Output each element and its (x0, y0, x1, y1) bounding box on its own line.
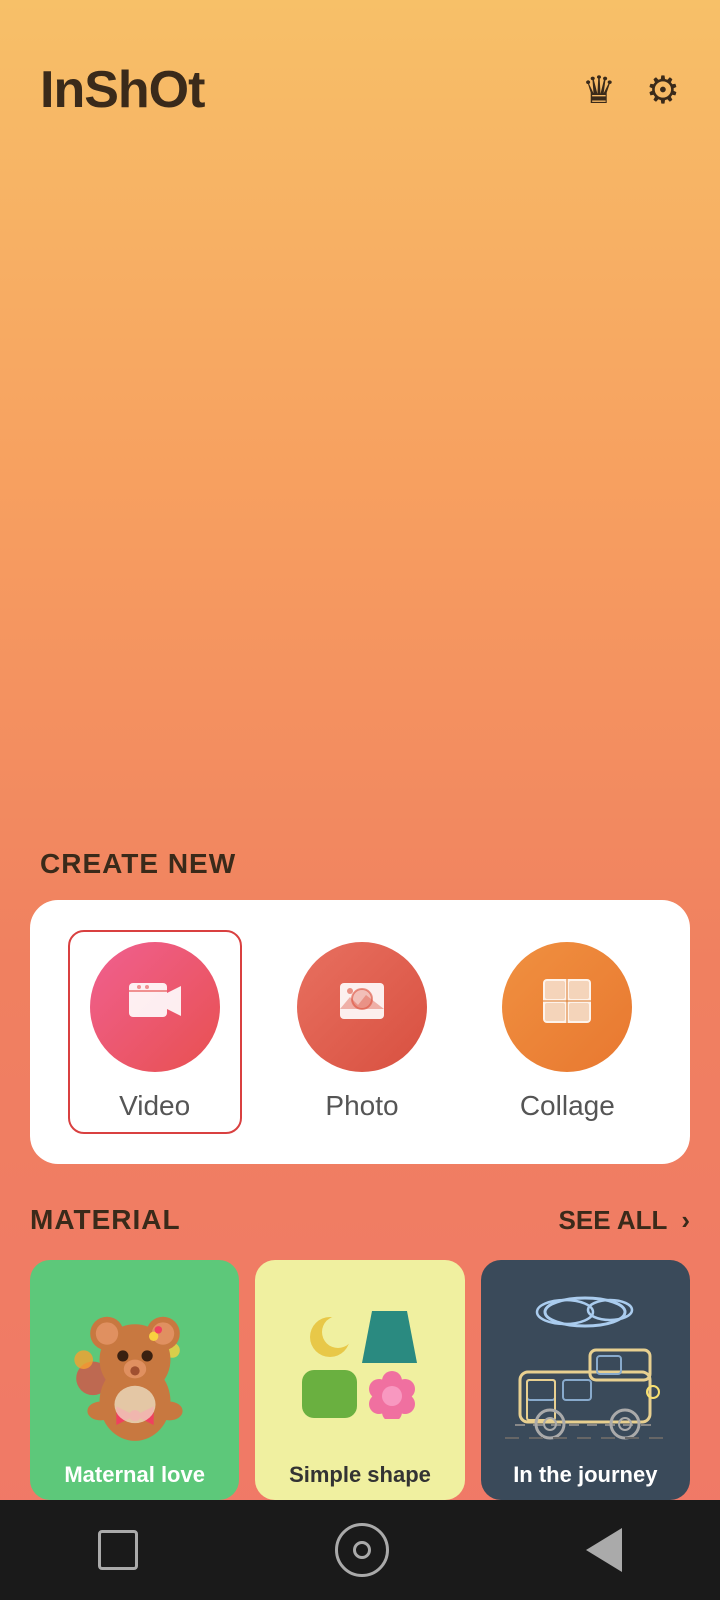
header: InShOt ♛ ⚙ (0, 0, 720, 140)
material-grid: Maternal love (30, 1260, 690, 1500)
create-photo-item[interactable]: Photo (277, 932, 447, 1132)
nav-home-button[interactable] (335, 1523, 389, 1577)
create-new-label: CREATE NEW (0, 848, 720, 900)
simple-shape-illustration (255, 1270, 464, 1460)
nav-home-inner (353, 1541, 371, 1559)
in-journey-label: In the journey (481, 1462, 690, 1488)
simple-shape-label: Simple shape (255, 1462, 464, 1488)
create-new-card: Video Photo (30, 900, 690, 1164)
photo-circle (297, 942, 427, 1072)
collage-icon (537, 971, 597, 1044)
nav-back-triangle[interactable] (586, 1528, 622, 1572)
header-icons: ♛ ⚙ (582, 68, 680, 113)
video-label: Video (119, 1090, 190, 1122)
collage-label: Collage (520, 1090, 615, 1122)
maternal-love-label: Maternal love (30, 1462, 239, 1488)
material-header: MATERIAL SEE ALL › (30, 1204, 690, 1236)
journey-illustration (481, 1270, 690, 1460)
video-circle (90, 942, 220, 1072)
material-label: MATERIAL (30, 1204, 181, 1236)
crown-icon[interactable]: ♛ (582, 68, 616, 113)
photo-label: Photo (325, 1090, 398, 1122)
bottom-navigation (0, 1500, 720, 1600)
main-content: InShOt ♛ ⚙ CREATE NEW (0, 0, 720, 1500)
material-card-in-journey[interactable]: In the journey (481, 1260, 690, 1500)
material-section: MATERIAL SEE ALL › (0, 1204, 720, 1500)
video-icon (125, 971, 185, 1044)
create-collage-item[interactable]: Collage (482, 932, 652, 1132)
photo-icon (332, 971, 392, 1044)
maternal-love-illustration (65, 1260, 205, 1420)
material-card-simple-shape[interactable]: Simple shape (255, 1260, 464, 1500)
see-all-button[interactable]: SEE ALL › (559, 1205, 690, 1236)
create-video-item[interactable]: Video (68, 930, 242, 1134)
nav-back-button[interactable] (98, 1530, 138, 1570)
collage-circle (502, 942, 632, 1072)
hero-spacer (0, 140, 720, 848)
settings-icon[interactable]: ⚙ (646, 68, 680, 113)
app-title: InShOt (40, 60, 204, 120)
material-card-maternal-love[interactable]: Maternal love (30, 1260, 239, 1500)
